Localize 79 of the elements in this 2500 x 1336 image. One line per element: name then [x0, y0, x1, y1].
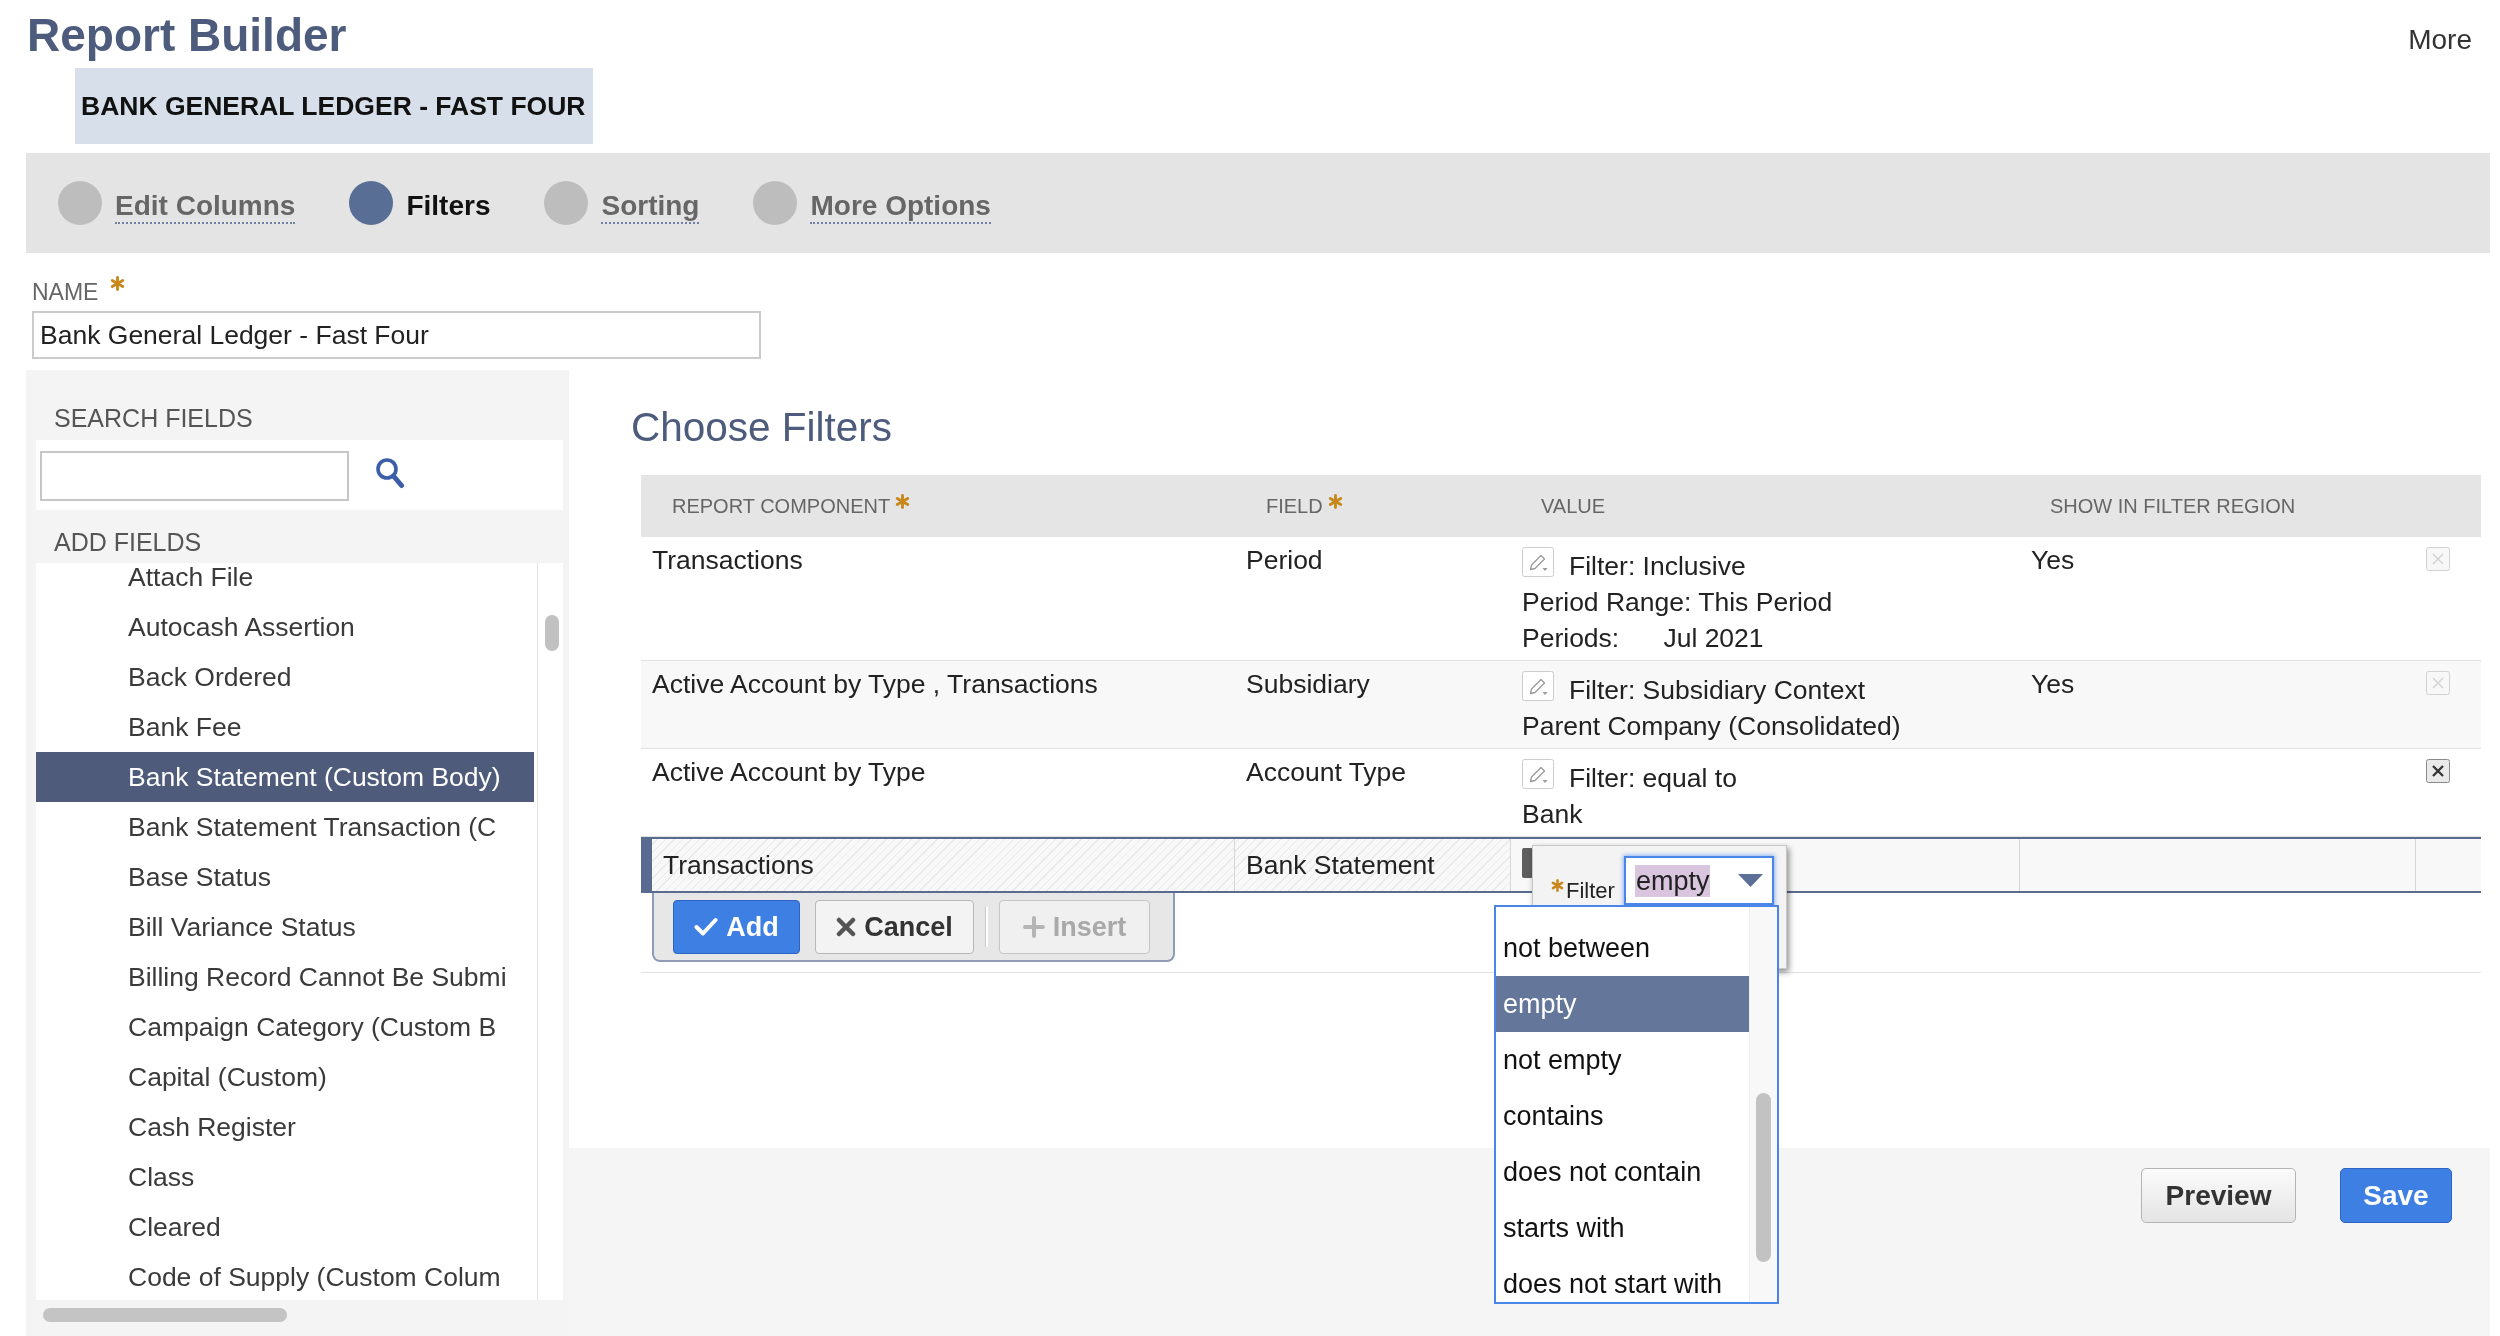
field-list-item[interactable]: Attach File	[36, 563, 537, 602]
section-label: ADD FIELDS	[53, 527, 203, 557]
dropdown-option[interactable]: does not contain	[1496, 1144, 1749, 1200]
step-tab[interactable]: Sorting	[544, 181, 700, 225]
filter-value-text: Filter: Subsidiary Context	[1569, 674, 1866, 707]
field-list-item[interactable]: Bank Fee	[36, 702, 537, 752]
cross-icon	[836, 917, 857, 937]
record-name-banner: BANK GENERAL LEDGER - FAST FOUR	[75, 68, 593, 144]
cancel-button[interactable]: Cancel	[815, 900, 974, 954]
field-list-item[interactable]: Back Ordered	[36, 652, 537, 702]
step-tab[interactable]: More Options	[753, 181, 991, 225]
scrollbar-thumb[interactable]	[43, 1308, 287, 1322]
field-list-item[interactable]: Cleared	[36, 1202, 537, 1252]
pencil-icon[interactable]	[1522, 547, 1554, 577]
filter-value-text: Bank	[1522, 798, 1584, 831]
field-list-item[interactable]: Bank Statement (Custom Body)	[36, 752, 534, 802]
table-cell-text: Account Type	[1245, 756, 1408, 789]
column-header: VALUE	[1541, 494, 1606, 518]
step-circle-icon	[753, 181, 798, 225]
table-cell-text: Period	[1245, 544, 1324, 577]
field-list-item[interactable]: Class	[36, 1152, 537, 1202]
field-list-item[interactable]: Capital (Custom)	[36, 1052, 537, 1102]
tile-icon	[1522, 848, 1533, 878]
column-header: REPORT COMPONENT	[672, 494, 891, 518]
field-list-item[interactable]: Campaign Category (Custom B	[36, 1002, 537, 1052]
filter-value-text: Filter: Inclusive	[1569, 550, 1746, 583]
step-circle-icon	[544, 181, 589, 225]
table-cell-text: Yes	[2030, 544, 2076, 577]
dropdown-option[interactable]: empty	[1496, 976, 1749, 1032]
caret-icon[interactable]	[1737, 874, 1763, 887]
table-cell: Transactions	[641, 839, 1235, 891]
column-header: FIELD	[1266, 494, 1323, 518]
scrollbar-thumb[interactable]	[545, 615, 559, 651]
table-cell-text: Active Account by Type	[651, 756, 927, 789]
dropdown-option[interactable]: starts with	[1496, 1200, 1749, 1256]
field-list-item[interactable]: Billing Record Cannot Be Submi	[36, 952, 537, 1002]
field-list-item[interactable]: Code of Supply (Custom Colum	[36, 1252, 537, 1300]
filter-select[interactable]: empty	[1623, 856, 1774, 905]
filter-value-text: Periods: Jul 2021	[1522, 622, 1765, 655]
filter-value-text: Period Range: This Period	[1522, 586, 1834, 619]
section-title: Choose Filters	[631, 403, 893, 451]
field-list-item[interactable]: Cash Register	[36, 1102, 537, 1152]
scrollbar-thumb[interactable]	[1756, 1093, 1771, 1262]
step-circle-icon	[349, 181, 394, 225]
dropdown-option[interactable]: not between	[1496, 920, 1749, 976]
more-link[interactable]: More	[2408, 23, 2472, 57]
table-cell-text: Active Account by Type , Transactions	[651, 668, 1099, 701]
pencil-icon[interactable]	[1522, 759, 1554, 789]
field-list-item[interactable]: Bill Variance Status	[36, 902, 537, 952]
step-tab[interactable]: Filters	[349, 181, 491, 225]
column-header: SHOW IN FILTER REGION	[2050, 494, 2296, 518]
table-cell: Bank Statement	[1235, 839, 1511, 891]
section-label: SEARCH FIELDS	[53, 403, 254, 433]
search-input[interactable]	[40, 451, 349, 501]
check-icon	[694, 917, 719, 937]
filter-value-text: Parent Company (Consolidated)	[1522, 710, 1902, 743]
table-cell-text: Transactions	[651, 544, 804, 577]
field-list-item[interactable]: Autocash Assertion	[36, 602, 537, 652]
field-list-item[interactable]: Base Status	[36, 852, 537, 902]
dropdown-option[interactable]: not empty	[1496, 1032, 1749, 1088]
field-list-item[interactable]: Bank Statement Transaction (C	[36, 802, 537, 852]
step-tab[interactable]: Edit Columns	[58, 181, 296, 225]
plus-icon	[1022, 916, 1045, 938]
field-label: NAME	[32, 278, 99, 306]
preview-button[interactable]: Preview	[2141, 1168, 2296, 1223]
pencil-icon[interactable]	[1522, 671, 1554, 701]
dropdown-option[interactable]: does not start with	[1496, 1256, 1749, 1302]
filter-value-text: Filter: equal to	[1569, 762, 1737, 795]
close-icon[interactable]	[2426, 759, 2450, 783]
dropdown-option[interactable]: contains	[1496, 1088, 1749, 1144]
field-label: Filter	[1566, 877, 1615, 905]
table-cell-text: Yes	[2030, 668, 2076, 701]
step-circle-icon	[58, 181, 102, 225]
add-button[interactable]: Add	[673, 900, 800, 954]
table-cell-text: Subsidiary	[1245, 668, 1371, 701]
name-input[interactable]: Bank General Ledger - Fast Four	[32, 311, 761, 359]
page-title: Report Builder	[27, 8, 347, 63]
save-button[interactable]: Save	[2340, 1168, 2452, 1223]
search-icon[interactable]	[375, 457, 405, 489]
